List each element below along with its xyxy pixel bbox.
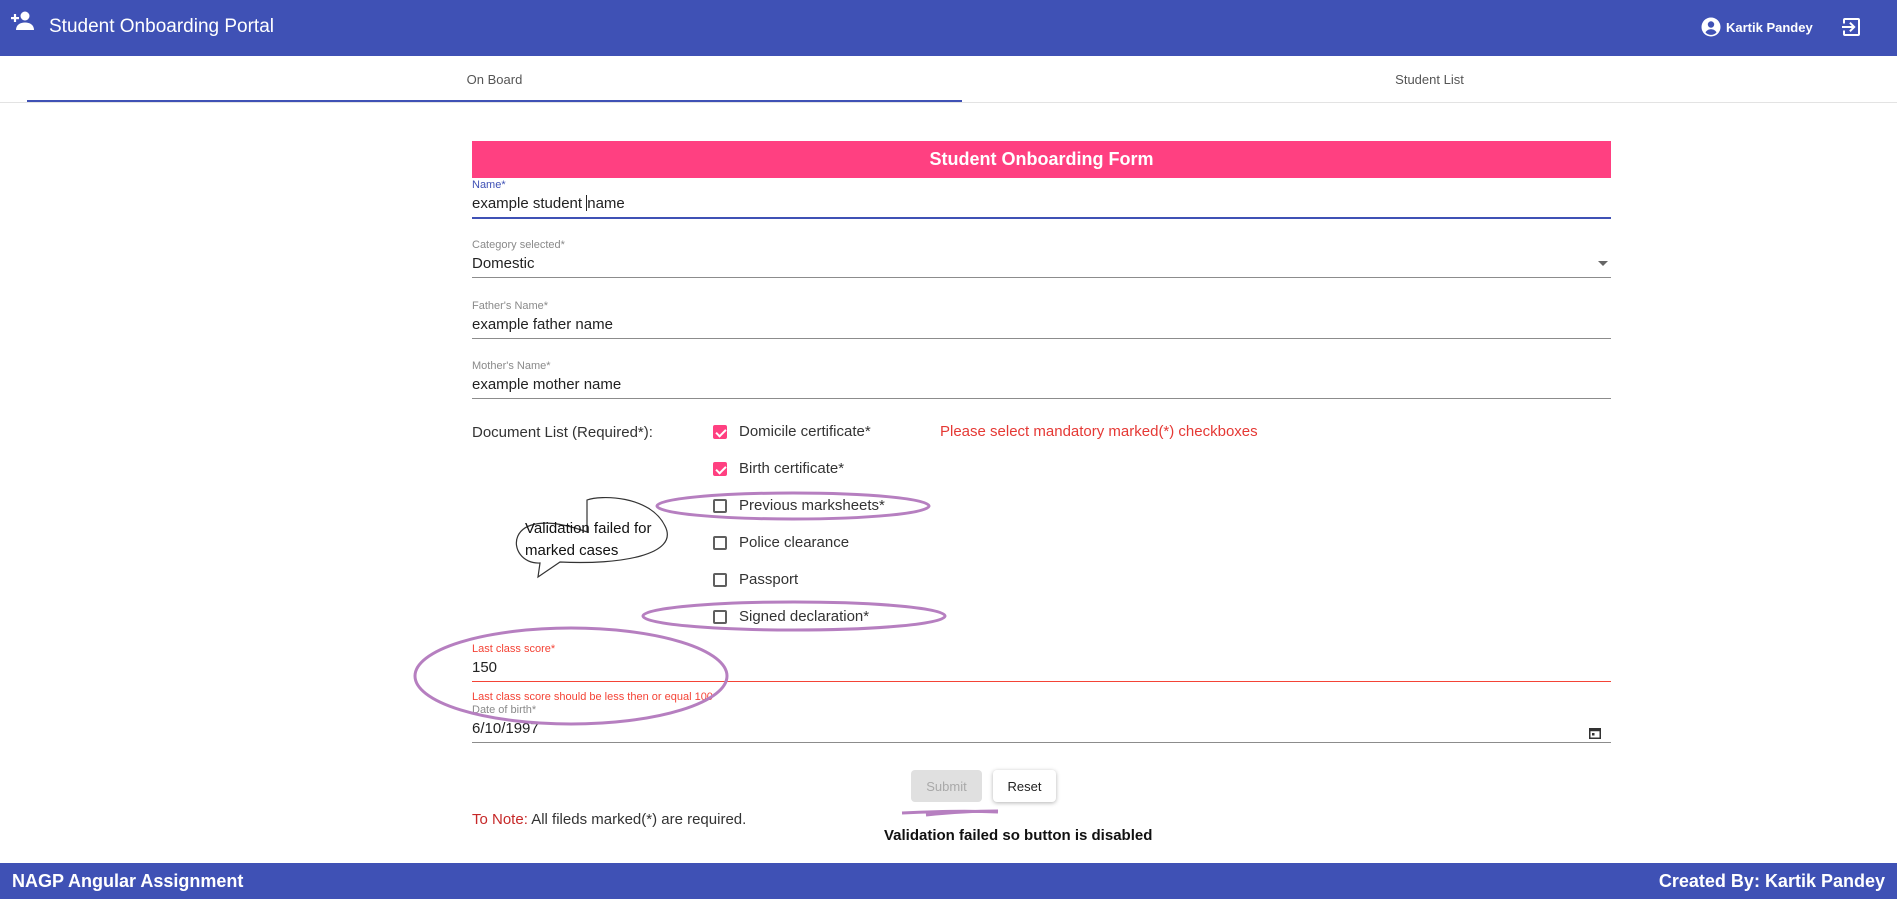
- checkbox-label: Previous marksheets*: [739, 497, 885, 514]
- user-name: Kartik Pandey: [1726, 19, 1813, 35]
- checkbox-label: Domicile certificate*: [739, 423, 871, 440]
- father-name-underline: [472, 338, 1611, 339]
- date-of-birth-label: Date of birth*: [472, 704, 537, 716]
- date-of-birth-underline: [472, 742, 1611, 743]
- date-of-birth-input[interactable]: 6/10/1997: [472, 718, 1611, 742]
- checkbox-unchecked-icon[interactable]: [713, 609, 727, 624]
- checkbox-domicile-certificate[interactable]: Domicile certificate*: [713, 423, 871, 440]
- active-tab-indicator: [27, 100, 962, 102]
- note-key: To Note:: [472, 811, 528, 828]
- checkbox-signed-declaration[interactable]: Signed declaration*: [713, 608, 869, 625]
- document-list-error: Please select mandatory marked(*) checkb…: [940, 423, 1258, 440]
- name-field[interactable]: Name* example student name: [472, 179, 1611, 219]
- father-name-label: Father's Name*: [472, 300, 549, 312]
- checkbox-label: Birth certificate*: [739, 460, 845, 477]
- dropdown-arrow-icon[interactable]: [1598, 261, 1608, 266]
- document-list-label: Document List (Required*):: [472, 424, 653, 441]
- checkbox-unchecked-icon[interactable]: [713, 535, 727, 550]
- footer-left-text: NAGP Angular Assignment: [12, 871, 244, 891]
- annotation-button-disabled-text: Validation failed so button is disabled: [884, 827, 1153, 844]
- note-text: All fileds marked(*) are required.: [527, 811, 747, 828]
- father-name-field[interactable]: Father's Name* example father name: [472, 300, 1611, 339]
- category-select[interactable]: Category selected* Domestic: [472, 239, 1611, 278]
- mother-name-field[interactable]: Mother's Name* example mother name: [472, 360, 1611, 399]
- footer-right-text: Created By: Kartik Pandey: [1658, 871, 1885, 891]
- checkbox-label: Passport: [739, 571, 799, 588]
- checkbox-checked-icon[interactable]: [713, 424, 727, 439]
- checkbox-label: Police clearance: [739, 534, 850, 551]
- last-class-score-error: Last class score should be less then or …: [472, 691, 713, 703]
- last-class-score-field[interactable]: Last class score* 150: [472, 643, 1611, 682]
- checkbox-previous-marksheets[interactable]: Previous marksheets*: [713, 497, 885, 514]
- logout-icon[interactable]: [1840, 16, 1862, 43]
- tab-on-board[interactable]: On Board: [27, 56, 962, 102]
- annotation-overlay: [413, 491, 999, 817]
- app-title: Student Onboarding Portal: [49, 16, 274, 37]
- app-toolbar: Student Onboarding Portal Kartik Pandey: [0, 0, 1897, 56]
- person-add-icon: [11, 11, 37, 33]
- reset-button[interactable]: Reset: [993, 770, 1056, 802]
- footer-bar: NAGP Angular Assignment Created By: Kart…: [0, 863, 1897, 899]
- required-note: To Note: All fileds marked(*) are requir…: [472, 811, 746, 828]
- father-name-input[interactable]: example father name: [472, 314, 1611, 338]
- tab-student-list[interactable]: Student List: [962, 56, 1897, 102]
- mother-name-underline: [472, 398, 1611, 399]
- category-underline: [472, 277, 1611, 278]
- annotation-underline-submit: [901, 809, 999, 815]
- name-label: Name*: [472, 179, 506, 191]
- user-menu[interactable]: Kartik Pandey: [1701, 17, 1813, 37]
- account-circle-icon: [1701, 17, 1721, 37]
- name-input[interactable]: example student name: [472, 193, 1611, 217]
- last-class-score-input[interactable]: 150: [472, 657, 1611, 681]
- annotation-bubble-text: Validation failed for marked cases: [525, 520, 652, 559]
- form-title: Student Onboarding Form: [472, 141, 1611, 178]
- annotation-underline-submit-2: [925, 809, 999, 817]
- tab-bar: On Board Student List: [0, 56, 1897, 103]
- checkbox-birth-certificate[interactable]: Birth certificate*: [713, 460, 844, 477]
- mother-name-label: Mother's Name*: [472, 360, 551, 372]
- category-label: Category selected*: [472, 239, 565, 251]
- checkbox-unchecked-icon[interactable]: [713, 572, 727, 587]
- date-of-birth-field[interactable]: Date of birth* 6/10/1997: [472, 704, 1611, 743]
- name-underline: [472, 217, 1611, 219]
- category-value: Domestic: [472, 255, 535, 272]
- mother-name-input[interactable]: example mother name: [472, 374, 1611, 398]
- last-class-score-underline: [472, 681, 1611, 682]
- checkbox-passport[interactable]: Passport: [713, 571, 798, 588]
- checkbox-label: Signed declaration*: [739, 608, 870, 625]
- submit-button[interactable]: Submit: [911, 770, 982, 802]
- calendar-icon[interactable]: [1589, 726, 1601, 744]
- checkbox-checked-icon[interactable]: [713, 461, 727, 476]
- checkbox-unchecked-icon[interactable]: [713, 498, 727, 513]
- last-class-score-label: Last class score*: [472, 643, 556, 655]
- checkbox-police-clearance[interactable]: Police clearance: [713, 534, 849, 551]
